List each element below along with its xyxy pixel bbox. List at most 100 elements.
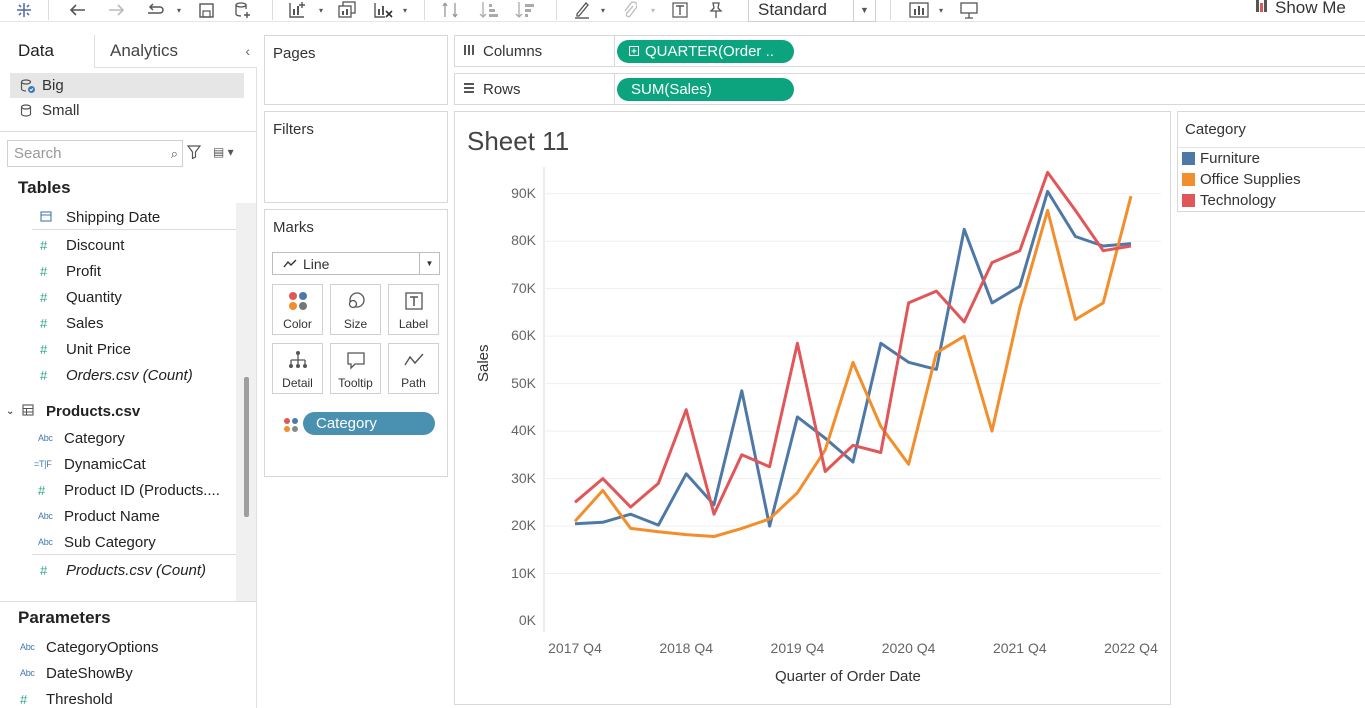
series-line-office-supplies[interactable] (573, 195, 1133, 538)
tab-analytics-label: Analytics (110, 41, 179, 60)
legend-item[interactable]: Furniture (1182, 148, 1260, 168)
field-dynamiccat[interactable]: =T|F DynamicCat (34, 451, 146, 477)
field-product-name[interactable]: Abc Product Name (38, 503, 160, 529)
parameter-threshold[interactable]: # Threshold (20, 686, 113, 708)
measure-icon: # (40, 237, 48, 253)
tooltip-icon (346, 344, 366, 376)
show-me-button[interactable]: Show Me (1255, 0, 1346, 18)
sort-ascending-icon[interactable] (478, 0, 500, 20)
new-worksheet-icon[interactable] (286, 0, 308, 20)
show-cards-icon[interactable] (908, 0, 930, 20)
path-button[interactable]: Path (388, 343, 439, 394)
sort-descending-icon[interactable] (514, 0, 536, 20)
mark-type-label: Line (303, 255, 330, 272)
label-label: Label (398, 317, 429, 331)
view-options-icon[interactable]: ▤ ▾ (213, 145, 234, 159)
filters-title: Filters (273, 121, 314, 138)
fit-select[interactable]: Standard ▼ (748, 0, 876, 22)
field-shipping-date[interactable]: Shipping Date (40, 204, 160, 230)
detail-button[interactable]: Detail (272, 343, 323, 394)
columns-icon (463, 43, 475, 60)
field-label: Product Name (64, 507, 160, 525)
size-button[interactable]: Size (330, 284, 381, 335)
legend-title: Category (1185, 121, 1246, 138)
field-label: Sub Category (64, 533, 156, 551)
measure-icon: # (20, 691, 28, 707)
label-button[interactable]: Label (388, 284, 439, 335)
legend-label: Office Supplies (1200, 170, 1301, 188)
field-sales[interactable]: # Sales (40, 310, 104, 336)
field-profit[interactable]: # Profit (40, 258, 101, 284)
pages-card[interactable]: Pages (264, 35, 448, 105)
presentation-mode-icon[interactable] (958, 0, 980, 20)
search-field[interactable]: Search ⌕ (7, 140, 183, 167)
filter-icon[interactable] (186, 145, 202, 162)
collapse-pane-icon[interactable]: ‹ (245, 35, 250, 67)
redo-icon[interactable] (106, 0, 128, 20)
field-label: Unit Price (66, 340, 132, 358)
swap-rows-columns-icon[interactable] (440, 0, 460, 20)
new-worksheet-dropdown-icon[interactable]: ▾ (316, 0, 326, 20)
legend-label: Furniture (1200, 149, 1261, 167)
quarter-order-date-pill[interactable]: QUARTER(Order .. (617, 40, 794, 63)
calculated-string-icon: =T|F (34, 459, 52, 469)
replay-icon[interactable] (144, 0, 166, 20)
rows-shelf[interactable]: Rows SUM(Sales) (454, 73, 1365, 105)
scrollbar-thumb[interactable] (244, 377, 249, 517)
tableau-logo-icon[interactable] (14, 0, 34, 20)
size-label: Size (343, 317, 368, 331)
category-color-pill[interactable]: Category (303, 412, 435, 435)
field-label: Orders.csv (Count) (66, 366, 193, 384)
replay-dropdown-icon[interactable]: ▾ (174, 0, 184, 20)
field-unit-price[interactable]: # Unit Price (40, 336, 131, 362)
field-sub-category[interactable]: Abc Sub Category (38, 529, 156, 555)
label-icon (404, 285, 423, 317)
size-icon (346, 285, 366, 317)
clear-sheet-icon[interactable] (372, 0, 394, 20)
field-products-count[interactable]: # Products.csv (Count) (40, 557, 206, 583)
parameter-date-show-by[interactable]: Abc DateShowBy (20, 660, 133, 686)
fit-select-value: Standard (758, 0, 827, 19)
columns-shelf-label: Columns (455, 36, 615, 66)
tab-analytics[interactable]: Analytics ‹ (94, 35, 257, 68)
marks-title: Marks (273, 219, 314, 236)
group-dropdown-icon[interactable]: ▾ (648, 0, 658, 20)
color-button[interactable]: Color (272, 284, 323, 335)
field-product-id[interactable]: # Product ID (Products.... (38, 477, 220, 503)
field-category[interactable]: Abc Category (38, 425, 125, 451)
pages-title: Pages (273, 45, 316, 62)
field-quantity[interactable]: # Quantity (40, 284, 122, 310)
legend-swatch (1182, 172, 1195, 186)
pin-icon[interactable] (706, 0, 726, 20)
undo-icon[interactable] (66, 0, 88, 20)
legend-item[interactable]: Office Supplies (1182, 169, 1301, 189)
tab-data[interactable]: Data (0, 35, 94, 68)
sum-sales-pill[interactable]: SUM(Sales) (617, 78, 794, 101)
mark-type-select[interactable]: Line ▼ (272, 252, 440, 275)
rows-shelf-label: Rows (455, 74, 615, 104)
toolbar: ▾ ▾ ▾ ▾ ▾ Standard ▼ ▾ Show Me (0, 0, 1365, 22)
datasource-item-small[interactable]: Small (10, 98, 244, 123)
tooltip-button[interactable]: Tooltip (330, 343, 381, 394)
columns-shelf[interactable]: Columns QUARTER(Order .. (454, 35, 1365, 67)
chevron-down-icon: ▼ (853, 0, 875, 21)
show-cards-dropdown-icon[interactable]: ▾ (936, 0, 946, 20)
new-datasource-icon[interactable] (232, 0, 254, 20)
field-discount[interactable]: # Discount (40, 232, 124, 258)
save-icon[interactable] (196, 0, 216, 20)
string-icon: Abc (38, 537, 53, 547)
parameter-category-options[interactable]: Abc CategoryOptions (20, 634, 159, 660)
show-mark-labels-icon[interactable] (670, 0, 690, 20)
duplicate-sheet-icon[interactable] (336, 0, 358, 20)
group-members-icon[interactable] (620, 0, 640, 20)
highlight-icon[interactable] (572, 0, 592, 20)
clear-dropdown-icon[interactable]: ▾ (400, 0, 410, 20)
legend-item[interactable]: Technology (1182, 190, 1276, 210)
filters-card[interactable]: Filters (264, 111, 448, 203)
category-legend: Category Furniture Office Supplies Technol… (1177, 111, 1365, 212)
rows-icon (463, 81, 475, 98)
datasource-item-big[interactable]: Big (10, 73, 244, 98)
field-orders-count[interactable]: # Orders.csv (Count) (40, 362, 193, 388)
highlight-dropdown-icon[interactable]: ▾ (598, 0, 608, 20)
table-products[interactable]: ⌄ Products.csv (6, 398, 140, 424)
